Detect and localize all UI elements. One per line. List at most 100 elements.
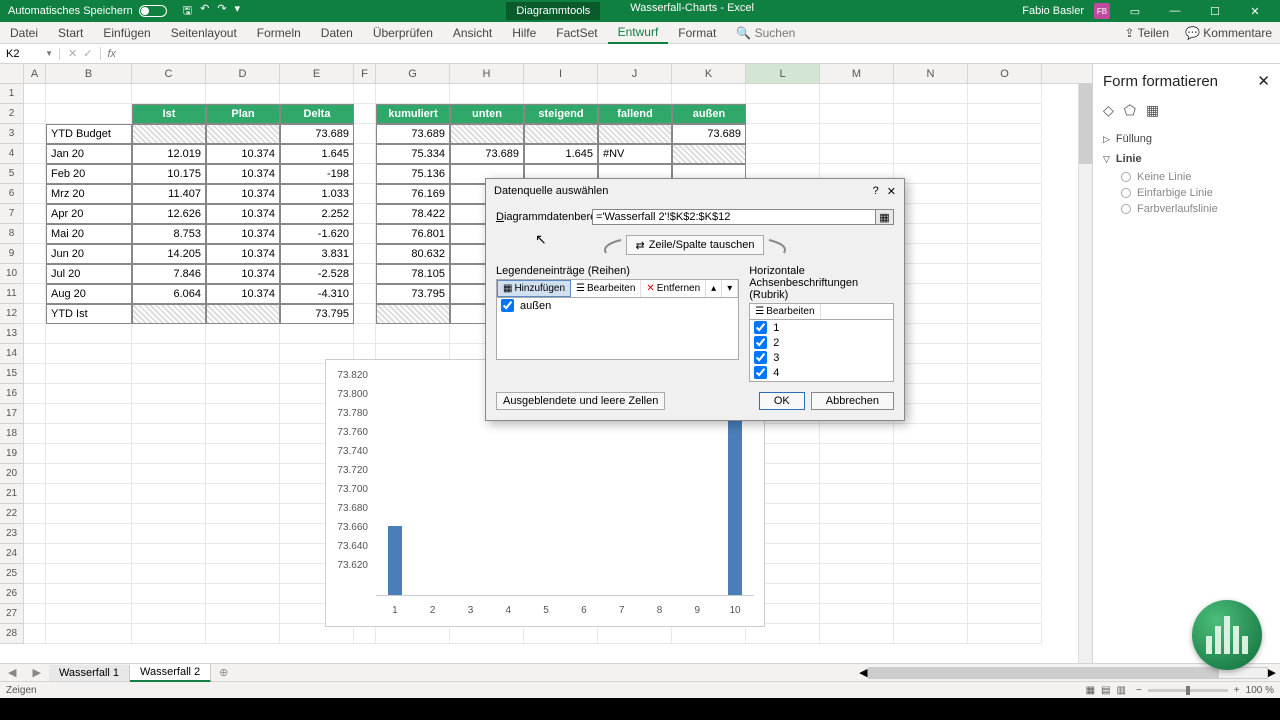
cell-F11[interactable] [354,284,376,304]
dialog-help-icon[interactable]: ? [873,185,879,198]
row-header-19[interactable]: 19 [0,444,24,464]
cell-B25[interactable] [46,564,132,584]
cell-A17[interactable] [24,404,46,424]
cell-J4[interactable]: #NV [598,144,672,164]
cell-D7[interactable]: 10.374 [206,204,280,224]
row-header-25[interactable]: 25 [0,564,24,584]
cell-D27[interactable] [206,604,280,624]
cell-N23[interactable] [894,524,968,544]
cell-K4[interactable] [672,144,746,164]
edit-series-button[interactable]: ☰ Bearbeiten [571,280,641,297]
cell-C3[interactable] [132,124,206,144]
cell-D18[interactable] [206,424,280,444]
cell-L3[interactable] [746,124,820,144]
cell-F12[interactable] [354,304,376,324]
cell-G12[interactable] [376,304,450,324]
cell-B19[interactable] [46,444,132,464]
cell-N22[interactable] [894,504,968,524]
cancel-formula-icon[interactable]: ✕ [68,47,77,60]
cell-D24[interactable] [206,544,280,564]
cell-F4[interactable] [354,144,376,164]
cell-M19[interactable] [820,444,894,464]
cell-M3[interactable] [820,124,894,144]
cell-H3[interactable] [450,124,524,144]
fill-line-icon[interactable]: ◇ [1103,102,1114,119]
cell-F3[interactable] [354,124,376,144]
cell-C19[interactable] [132,444,206,464]
cell-A7[interactable] [24,204,46,224]
ribbon-options-icon[interactable]: ▭ [1120,5,1150,18]
row-header-23[interactable]: 23 [0,524,24,544]
chart-bar-10[interactable] [728,420,742,595]
cell-B6[interactable]: Mrz 20 [46,184,132,204]
cell-O17[interactable] [968,404,1042,424]
cell-A22[interactable] [24,504,46,524]
cell-E9[interactable]: 3.831 [280,244,354,264]
cell-O24[interactable] [968,544,1042,564]
cell-B22[interactable] [46,504,132,524]
cell-I1[interactable] [524,84,598,104]
cell-C26[interactable] [132,584,206,604]
col-header-G[interactable]: G [376,64,450,83]
cell-D6[interactable]: 10.374 [206,184,280,204]
col-header-C[interactable]: C [132,64,206,83]
row-header-8[interactable]: 8 [0,224,24,244]
tab-daten[interactable]: Daten [311,23,363,43]
cell-C28[interactable] [132,624,206,644]
row-header-17[interactable]: 17 [0,404,24,424]
tab-seitenlayout[interactable]: Seitenlayout [161,23,247,43]
cell-O2[interactable] [968,104,1042,124]
col-header-B[interactable]: B [46,64,132,83]
cell-D16[interactable] [206,384,280,404]
cell-E4[interactable]: 1.645 [280,144,354,164]
row-header-12[interactable]: 12 [0,304,24,324]
cell-E11[interactable]: -4.310 [280,284,354,304]
cell-N4[interactable] [894,144,968,164]
cell-D4[interactable]: 10.374 [206,144,280,164]
cell-I28[interactable] [524,624,598,644]
cell-A11[interactable] [24,284,46,304]
cell-O14[interactable] [968,344,1042,364]
axis-checkbox[interactable] [754,366,767,379]
cell-G8[interactable]: 76.801 [376,224,450,244]
cell-H2[interactable]: unten [450,104,524,124]
zoom-slider[interactable] [1148,689,1228,692]
cell-M28[interactable] [820,624,894,644]
cell-A23[interactable] [24,524,46,544]
cell-A15[interactable] [24,364,46,384]
cell-B26[interactable] [46,584,132,604]
option-gradient-line[interactable]: Farbverlaufslinie [1103,201,1270,217]
cell-F1[interactable] [354,84,376,104]
cell-B1[interactable] [46,84,132,104]
cell-N5[interactable] [894,164,968,184]
col-header-M[interactable]: M [820,64,894,83]
cell-O28[interactable] [968,624,1042,644]
cell-N2[interactable] [894,104,968,124]
row-header-7[interactable]: 7 [0,204,24,224]
col-header-N[interactable]: N [894,64,968,83]
cell-O5[interactable] [968,164,1042,184]
cell-O9[interactable] [968,244,1042,264]
cell-I4[interactable]: 1.645 [524,144,598,164]
cell-O23[interactable] [968,524,1042,544]
cell-F8[interactable] [354,224,376,244]
row-header-4[interactable]: 4 [0,144,24,164]
cell-B3[interactable]: YTD Budget [46,124,132,144]
cell-N11[interactable] [894,284,968,304]
cell-C16[interactable] [132,384,206,404]
cell-C7[interactable]: 12.626 [132,204,206,224]
page-break-icon[interactable]: ▥ [1117,685,1126,696]
cell-D26[interactable] [206,584,280,604]
row-header-15[interactable]: 15 [0,364,24,384]
toggle-switch-icon[interactable] [139,5,167,17]
normal-view-icon[interactable]: ▦ [1086,685,1095,696]
cell-G11[interactable]: 73.795 [376,284,450,304]
cell-L1[interactable] [746,84,820,104]
user-avatar-icon[interactable]: FB [1094,3,1110,19]
cell-A1[interactable] [24,84,46,104]
option-no-line[interactable]: Keine Linie [1103,169,1270,185]
zoom-level[interactable]: 100 % [1246,685,1274,696]
cell-C22[interactable] [132,504,206,524]
series-item[interactable]: außen [497,298,738,313]
hscroll-thumb[interactable] [869,668,1219,678]
